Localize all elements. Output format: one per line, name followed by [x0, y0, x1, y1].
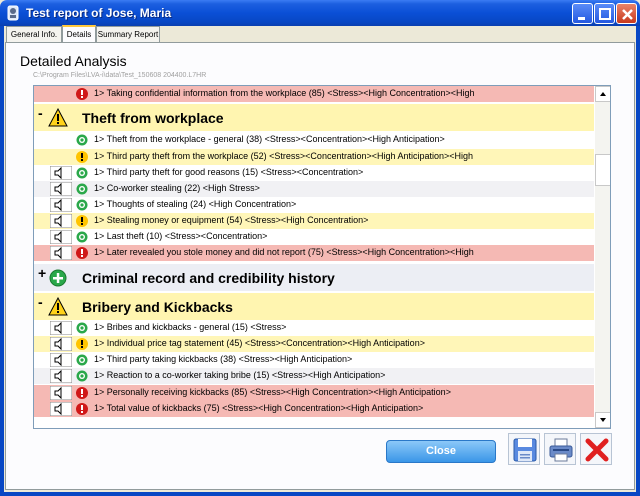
- speaker-icon[interactable]: [50, 321, 72, 335]
- arrow-up-icon: [600, 92, 606, 96]
- list-item[interactable]: 1> Individual price tag statement (45) <…: [34, 336, 594, 352]
- speaker-icon[interactable]: [50, 369, 72, 383]
- list-item[interactable]: 1> Total value of kickbacks (75) <Stress…: [34, 401, 594, 417]
- list-item[interactable]: 1> Bribes and kickbacks - general (15) <…: [34, 320, 594, 336]
- file-path: C:\Program Files\LVA-i\data\Test_150608 …: [33, 72, 207, 79]
- ok-circle-icon: [76, 183, 88, 195]
- speaker-icon[interactable]: [50, 353, 72, 367]
- list-item[interactable]: 1> Third party theft from the workplace …: [34, 149, 594, 165]
- list-item[interactable]: 1> Theft from the workplace - general (3…: [34, 132, 594, 148]
- ok-circle-icon: [76, 134, 88, 146]
- analysis-list[interactable]: 1> Taking confidential information from …: [33, 85, 611, 429]
- tab-strip: General Info. Details Summary Report: [4, 25, 636, 42]
- close-button[interactable]: Close: [386, 440, 496, 463]
- speaker-icon[interactable]: [50, 402, 72, 416]
- window-frame-left: [0, 26, 4, 496]
- tab-details[interactable]: Details: [62, 25, 96, 42]
- list-item[interactable]: 1> Thoughts of stealing (24) <High Conce…: [34, 197, 594, 213]
- alert-icon: [76, 387, 88, 399]
- print-button[interactable]: [544, 433, 576, 465]
- save-button[interactable]: [508, 433, 540, 465]
- warning-icon: [48, 108, 68, 127]
- scroll-thumb[interactable]: [595, 154, 610, 186]
- window-title: Test report of Jose, Maria: [26, 6, 172, 20]
- caution-icon: [76, 338, 88, 350]
- list-item[interactable]: 1> Later revealed you stole money and di…: [34, 245, 594, 261]
- speaker-icon[interactable]: [50, 166, 72, 180]
- minimize-button[interactable]: [572, 3, 593, 24]
- title-bar[interactable]: Test report of Jose, Maria: [0, 0, 640, 26]
- list-item[interactable]: 1> Personally receiving kickbacks (85) <…: [34, 385, 594, 401]
- alert-icon: [76, 88, 88, 100]
- caution-icon: [76, 151, 88, 163]
- list-item[interactable]: 1> Reaction to a co-worker taking bribe …: [34, 368, 594, 384]
- panel-title: Detailed Analysis: [20, 53, 127, 69]
- category-bribery-and-kickbacks[interactable]: - Bribery and Kickbacks: [34, 293, 594, 320]
- speaker-icon[interactable]: [50, 337, 72, 351]
- red-x-icon: [585, 438, 609, 462]
- window-frame-bottom: [0, 492, 640, 496]
- save-icon: [513, 438, 537, 462]
- window-frame-right: [636, 26, 640, 496]
- speaker-icon[interactable]: [50, 246, 72, 260]
- maximize-icon: [599, 8, 611, 20]
- maximize-button[interactable]: [594, 3, 615, 24]
- scroll-up-button[interactable]: [595, 86, 610, 102]
- speaker-icon[interactable]: [50, 198, 72, 212]
- caution-icon: [76, 215, 88, 227]
- list-item[interactable]: 1> Stealing money or equipment (54) <Str…: [34, 213, 594, 229]
- ok-circle-icon: [76, 231, 88, 243]
- app-icon: [7, 5, 19, 21]
- list-item[interactable]: 1> Taking confidential information from …: [34, 86, 594, 102]
- ok-circle-icon: [76, 354, 88, 366]
- collapse-toggle[interactable]: -: [38, 105, 43, 121]
- speaker-icon[interactable]: [50, 214, 72, 228]
- printer-icon: [549, 438, 573, 462]
- ok-circle-icon: [76, 370, 88, 382]
- category-criminal-record[interactable]: + Criminal record and credibility histor…: [34, 264, 594, 291]
- close-icon: [622, 9, 633, 20]
- vertical-scrollbar[interactable]: [595, 86, 610, 428]
- speaker-icon[interactable]: [50, 182, 72, 196]
- alert-icon: [76, 247, 88, 259]
- speaker-icon[interactable]: [50, 230, 72, 244]
- plus-circle-icon: [49, 269, 67, 287]
- ok-circle-icon: [76, 167, 88, 179]
- alert-icon: [76, 403, 88, 415]
- speaker-icon[interactable]: [50, 386, 72, 400]
- minimize-icon: [578, 17, 585, 20]
- scroll-down-button[interactable]: [595, 412, 610, 428]
- category-theft-from-workplace[interactable]: - Theft from workplace: [34, 104, 594, 131]
- warning-icon: [48, 297, 68, 316]
- list-item[interactable]: 1> Last theft (10) <Stress><Concentratio…: [34, 229, 594, 245]
- ok-circle-icon: [76, 199, 88, 211]
- list-item[interactable]: 1> Co-worker stealing (22) <High Stress>: [34, 181, 594, 197]
- window-close-button[interactable]: [616, 3, 637, 24]
- expand-toggle[interactable]: +: [38, 265, 46, 281]
- ok-circle-icon: [76, 322, 88, 334]
- cancel-button[interactable]: [580, 433, 612, 465]
- tab-general-info[interactable]: General Info.: [6, 26, 62, 42]
- list-item[interactable]: 1> Third party taking kickbacks (38) <St…: [34, 352, 594, 368]
- arrow-down-icon: [600, 418, 606, 422]
- list-item[interactable]: 1> Third party theft for good reasons (1…: [34, 165, 594, 181]
- collapse-toggle[interactable]: -: [38, 294, 43, 310]
- tab-summary-report[interactable]: Summary Report: [96, 26, 160, 42]
